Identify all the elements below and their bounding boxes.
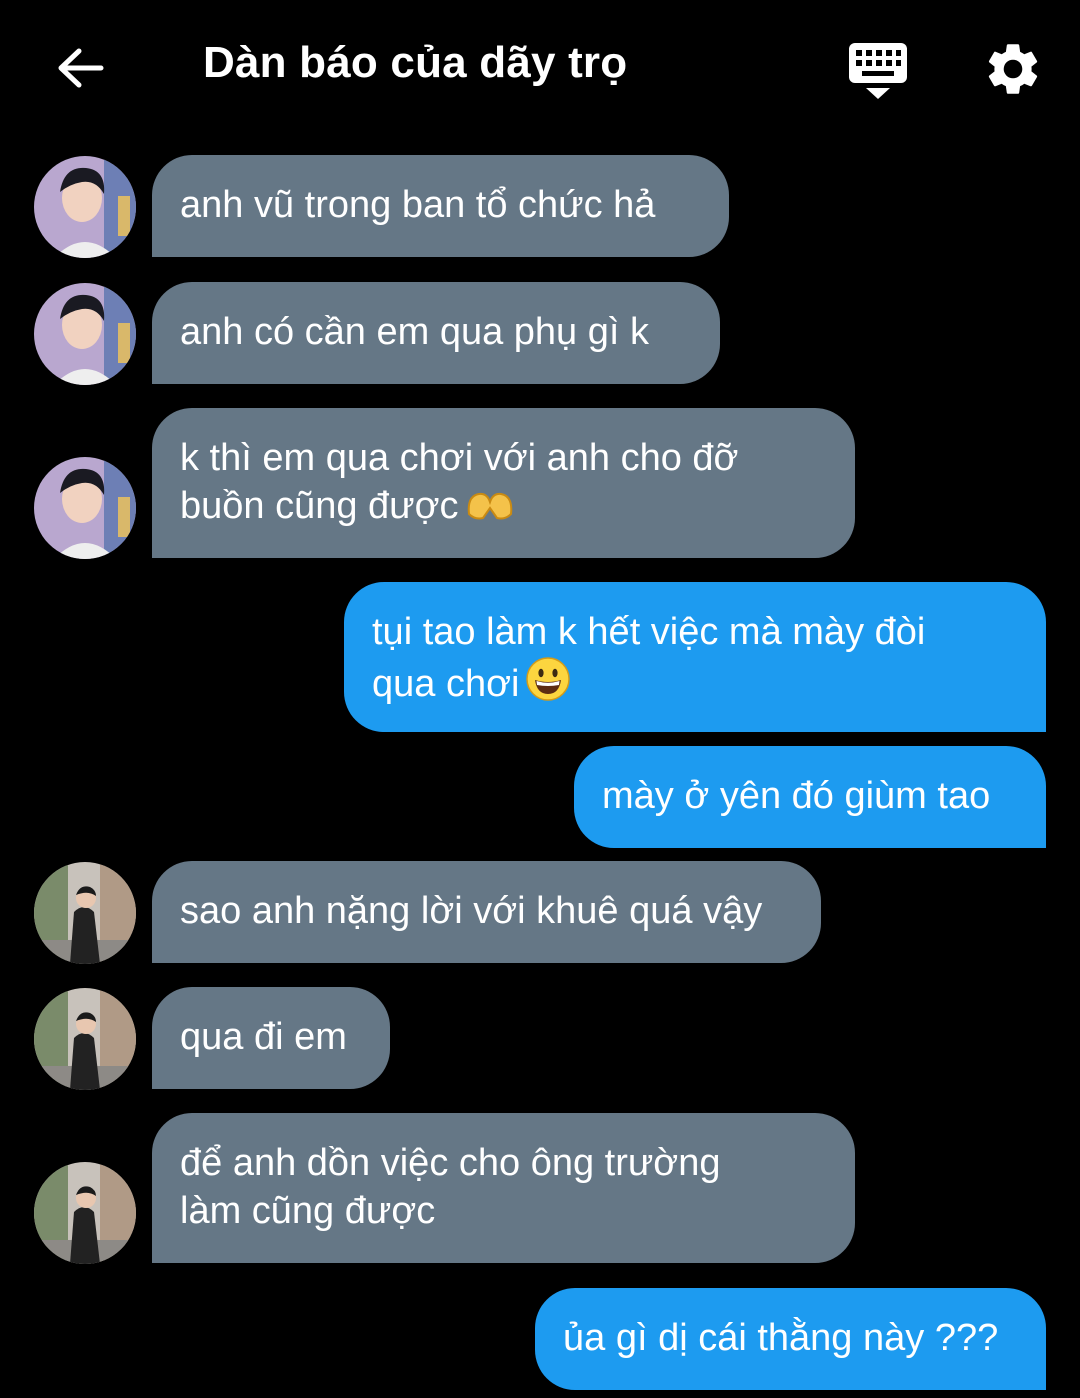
message-text: tụi tao làm k hết việc mà mày đòi	[372, 611, 926, 653]
message-text: ủa gì dị cái thằng này ???	[563, 1317, 999, 1359]
gear-icon	[988, 44, 1038, 94]
message-text: để anh dồn việc cho ông trường	[180, 1142, 721, 1184]
arrow-left-icon	[58, 48, 104, 88]
avatar[interactable]	[34, 1162, 136, 1264]
avatar[interactable]	[34, 862, 136, 964]
message-text: mày ở yên đó giùm tao	[602, 775, 991, 817]
settings-button[interactable]	[982, 38, 1044, 100]
keyboard-icon	[849, 43, 907, 99]
message-bubble[interactable]: sao anh nặng lời với khuê quá vậy	[152, 861, 821, 963]
message-text: k thì em qua chơi với anh cho đỡ	[180, 437, 739, 479]
message-text: buồn cũng được	[180, 485, 459, 527]
message-bubble[interactable]: để anh dồn việc cho ông trường làm cũng …	[152, 1113, 855, 1263]
grinning-face-emoji	[526, 657, 571, 701]
avatar[interactable]	[34, 283, 136, 385]
chat-header: Dàn báo của dãy trọ	[0, 0, 1080, 140]
message-bubble[interactable]: ủa gì dị cái thằng này ???	[535, 1288, 1046, 1390]
conversation-title: Dàn báo của dãy trọ	[203, 38, 628, 87]
message-bubble[interactable]: anh vũ trong ban tổ chức hả	[152, 155, 729, 257]
message-bubble[interactable]: anh có cần em qua phụ gì k	[152, 282, 720, 384]
message-text: anh vũ trong ban tổ chức hả	[180, 184, 656, 226]
message-bubble[interactable]: k thì em qua chơi với anh cho đỡ buồn cũ…	[152, 408, 855, 558]
message-bubble[interactable]: mày ở yên đó giùm tao	[574, 746, 1046, 848]
message-text: sao anh nặng lời với khuê quá vậy	[180, 890, 763, 932]
message-text: làm cũng được	[180, 1190, 436, 1232]
message-text: qua chơi	[372, 663, 520, 705]
avatar[interactable]	[34, 988, 136, 1090]
avatar[interactable]	[34, 156, 136, 258]
message-text: anh có cần em qua phụ gì k	[180, 311, 649, 353]
message-text: qua đi em	[180, 1016, 347, 1058]
avatar[interactable]	[34, 457, 136, 559]
message-bubble[interactable]: tụi tao làm k hết việc mà mày đòi qua ch…	[344, 582, 1046, 732]
back-button[interactable]	[50, 40, 110, 96]
keyboard-button[interactable]	[846, 40, 910, 102]
message-bubble[interactable]: qua đi em	[152, 987, 390, 1089]
heart-hands-emoji	[467, 492, 512, 520]
